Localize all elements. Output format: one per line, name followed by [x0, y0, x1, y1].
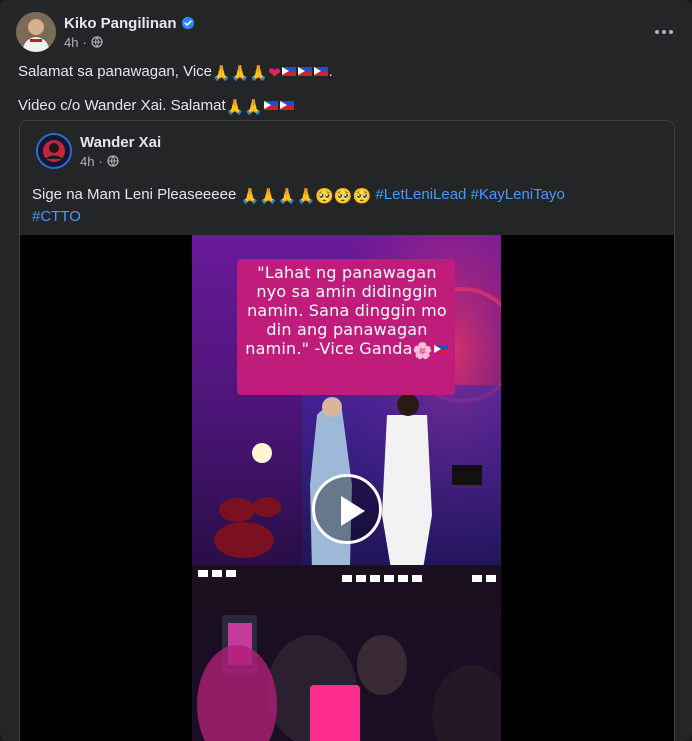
post-line-1-text: Salamat sa panawagan, Vice [18, 63, 213, 80]
praying-hands-emoji: 🙏 [249, 65, 269, 82]
shared-author-meta: Wander Xai 4h · [80, 134, 161, 169]
more-options-icon[interactable] [650, 18, 678, 46]
more-dot [655, 30, 659, 34]
praying-hands-emoji: 🙏 [296, 188, 316, 205]
pleading-face-emoji: 🥺 [352, 188, 372, 205]
pleading-face-emoji: 🥺 [333, 188, 353, 205]
philippine-flag-emoji [313, 67, 328, 76]
praying-hands-emoji: 🙏 [277, 188, 297, 205]
hashtag-link[interactable]: #LetLeniLead [375, 186, 466, 203]
hashtag-link[interactable]: #CTTO [32, 208, 81, 225]
globe-icon[interactable] [91, 36, 103, 48]
praying-hands-emoji: 🙏 [225, 99, 245, 116]
author-name-row: Kiko Pangilinan [64, 15, 195, 32]
shared-post-text: Sige na Mam Leni Pleaseeeee [32, 186, 237, 203]
post-line-2-text: Video c/o Wander Xai. Salamat [18, 97, 226, 114]
post-line-2: Video c/o Wander Xai. Salamat🙏🙏 [18, 96, 668, 118]
philippine-flag-emoji [281, 67, 296, 76]
praying-hands-emoji: 🙏 [240, 188, 260, 205]
praying-hands-emoji: 🙏 [259, 188, 278, 205]
globe-icon[interactable] [107, 155, 119, 167]
philippine-flag-emoji [433, 345, 448, 354]
shared-author-avatar[interactable] [36, 133, 72, 169]
separator-dot: · [82, 34, 87, 50]
praying-hands-emoji: 🙏 [230, 65, 250, 82]
shared-post-message: Sige na Mam Leni Pleaseeeee 🙏🙏🙏🙏🥺🥺🥺 #Let… [32, 185, 652, 227]
more-dot [669, 30, 673, 34]
author-avatar[interactable] [16, 12, 56, 52]
video-caption: "Lahat ng panawagan nyo sa amin didinggi… [244, 263, 450, 360]
philippine-flag-emoji [297, 67, 312, 76]
video-player[interactable]: "Lahat ng panawagan nyo sa amin didinggi… [20, 235, 674, 741]
feed-post-card: Kiko Pangilinan 4h · Salamat sa panawaga… [0, 0, 692, 741]
philippine-flag-emoji [280, 101, 294, 110]
hashtag-link[interactable]: #KayLeniTayo [471, 186, 565, 203]
shared-post-header: Wander Xai 4h · [36, 133, 161, 169]
author-name[interactable]: Kiko Pangilinan [64, 15, 177, 32]
play-icon[interactable] [312, 474, 382, 544]
shared-author-name[interactable]: Wander Xai [80, 134, 161, 151]
cherry-blossom-emoji: 🌸 [412, 341, 433, 360]
more-dot [662, 30, 666, 34]
post-timestamp[interactable]: 4h [64, 35, 78, 50]
video-frame: "Lahat ng panawagan nyo sa amin didinggi… [192, 235, 501, 741]
praying-hands-emoji: 🙏 [212, 65, 231, 82]
shared-post-timestamp[interactable]: 4h [80, 154, 94, 169]
post-header: Kiko Pangilinan 4h · [16, 12, 195, 52]
red-heart-emoji: ❤ [268, 65, 281, 82]
verified-badge-icon [181, 16, 194, 30]
shared-post-subline: 4h · [80, 154, 161, 169]
separator-dot: · [98, 153, 103, 169]
post-line-1: Salamat sa panawagan, Vice🙏🙏🙏❤. [18, 62, 668, 84]
post-line-1-period: . [328, 63, 333, 80]
author-meta: Kiko Pangilinan 4h · [64, 15, 195, 50]
post-subline: 4h · [64, 35, 195, 50]
pleading-face-emoji: 🥺 [315, 188, 334, 205]
philippine-flag-emoji [264, 101, 278, 110]
shared-post[interactable]: Wander Xai 4h · Sige na Mam Leni Pleasee… [19, 120, 675, 741]
praying-hands-emoji: 🙏 [244, 99, 263, 116]
